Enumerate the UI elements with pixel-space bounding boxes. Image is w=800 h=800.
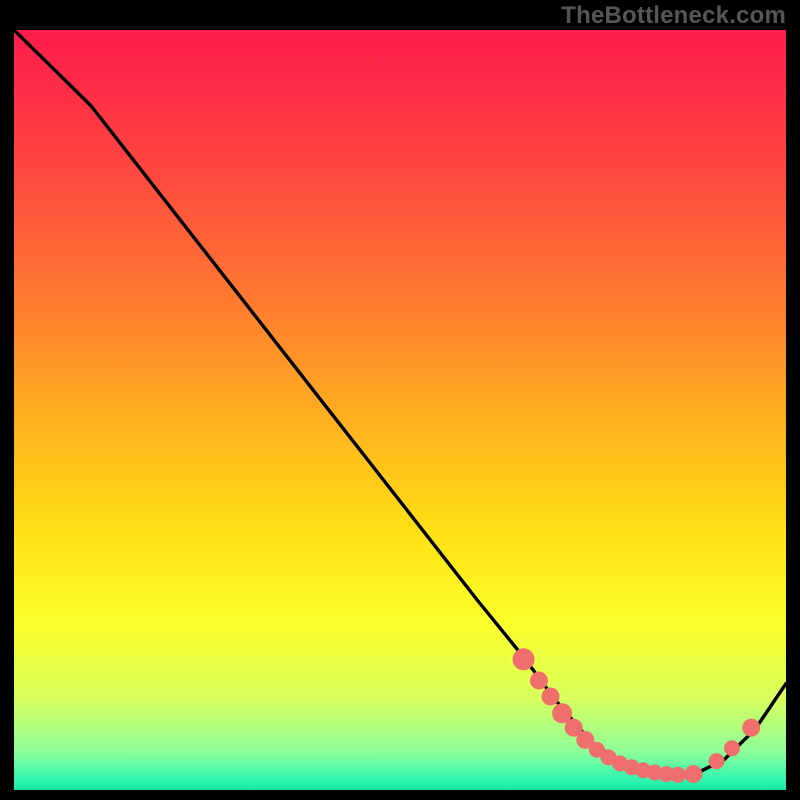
curve-marker xyxy=(709,753,725,769)
chart-stage: TheBottleneck.com xyxy=(0,0,800,800)
curve-marker xyxy=(724,740,740,756)
curve-marker xyxy=(513,648,535,670)
bottleneck-plot xyxy=(14,30,786,790)
curve-marker xyxy=(742,719,760,737)
curve-marker xyxy=(530,672,548,690)
curve-marker xyxy=(542,688,560,706)
watermark-label: TheBottleneck.com xyxy=(561,2,786,30)
curve-marker xyxy=(684,765,702,783)
curve-marker xyxy=(670,767,686,783)
gradient-background xyxy=(14,30,786,790)
